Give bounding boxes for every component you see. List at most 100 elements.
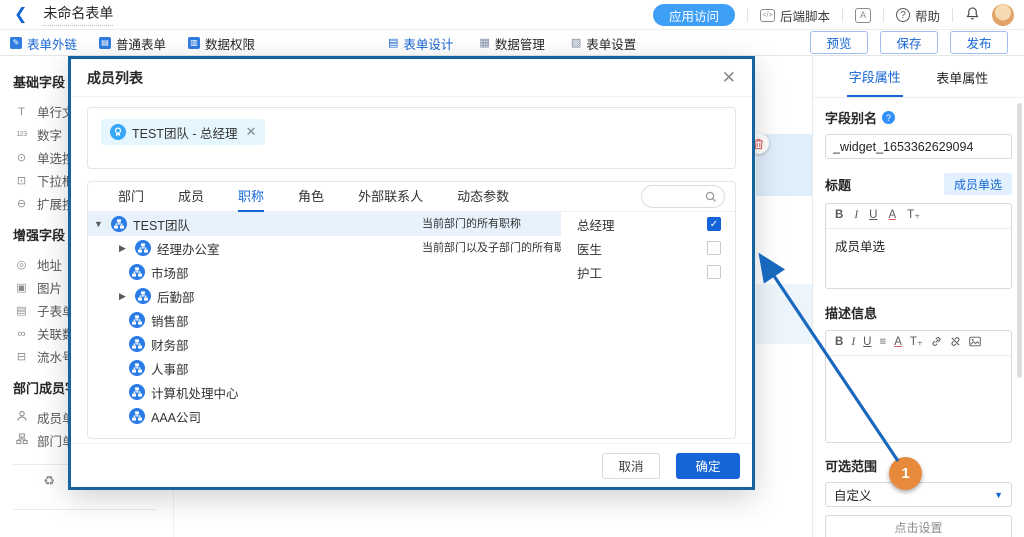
number-icon: 123 bbox=[13, 131, 30, 138]
italic-icon[interactable]: I bbox=[851, 337, 855, 349]
tab-job-title[interactable]: 职称 bbox=[238, 182, 264, 212]
department-icon bbox=[129, 264, 145, 280]
range-select[interactable]: 自定义 ▼ bbox=[825, 482, 1012, 507]
caret-down-icon[interactable]: ▼ bbox=[92, 219, 105, 229]
scope-option-current[interactable]: 当前部门的所有职称 bbox=[418, 212, 561, 236]
recycle-icon[interactable]: ♻ bbox=[43, 473, 55, 488]
tree-node[interactable]: ▶ 经理办公室 bbox=[88, 236, 418, 260]
search-input[interactable] bbox=[641, 185, 725, 208]
member-picker: 部门 成员 职称 角色 外部联系人 动态参数 ▼ TEST团队 ▶ 经理办公室 bbox=[87, 181, 736, 439]
checkbox[interactable] bbox=[707, 241, 721, 255]
tab-department[interactable]: 部门 bbox=[118, 182, 144, 212]
font-size-icon[interactable]: T₊ bbox=[907, 210, 920, 222]
tree-node[interactable]: 市场部 bbox=[88, 260, 418, 284]
underline-icon[interactable]: U bbox=[863, 337, 871, 349]
tab-data-permission[interactable]: ▥ 数据权限 bbox=[188, 34, 255, 53]
org-icon bbox=[13, 433, 30, 448]
description-editor-content[interactable] bbox=[826, 356, 1011, 442]
tab-field-properties[interactable]: 字段属性 bbox=[847, 56, 903, 97]
tab-form-external-link[interactable]: ✎ 表单外链 bbox=[10, 34, 77, 53]
description-editor: B I U ≡ A T₊ bbox=[825, 330, 1012, 443]
help-button[interactable]: ? 帮助 bbox=[896, 6, 940, 25]
tree-node[interactable]: ▶ 后勤部 bbox=[88, 284, 418, 308]
tree-node[interactable]: AAA公司 bbox=[88, 404, 418, 428]
department-icon bbox=[111, 216, 127, 232]
serial-icon: ⊟ bbox=[13, 350, 30, 363]
remove-tag-icon[interactable]: ✕ bbox=[246, 124, 257, 140]
bars-icon: ▥ bbox=[188, 37, 200, 49]
font-size-icon[interactable]: T₊ bbox=[910, 337, 923, 349]
click-to-set-button[interactable]: 点击设置 bbox=[825, 515, 1012, 537]
confirm-button[interactable]: 确定 bbox=[676, 453, 740, 479]
manual-icon[interactable]: A bbox=[855, 8, 871, 23]
widget-type-button[interactable]: 成员单选 bbox=[944, 173, 1012, 195]
department-icon bbox=[135, 240, 151, 256]
job-title-row[interactable]: 总经理 ✓ bbox=[561, 212, 735, 236]
caret-right-icon[interactable]: ▶ bbox=[116, 291, 129, 302]
member-list-modal: 成员列表 ✕ TEST团队 - 总经理 ✕ 部门 成员 职称 角色 外部联系人 … bbox=[68, 56, 755, 490]
tab-form-properties[interactable]: 表单属性 bbox=[934, 57, 990, 96]
department-icon bbox=[129, 312, 145, 328]
form-icon: ▤ bbox=[99, 37, 111, 49]
scope-column: 当前部门的所有职称 当前部门以及子部门的所有职称 bbox=[418, 212, 561, 439]
tab-normal-form[interactable]: ▤ 普通表单 bbox=[99, 34, 166, 53]
bold-icon[interactable]: B bbox=[835, 337, 843, 349]
department-icon bbox=[129, 384, 145, 400]
tree-node[interactable]: 销售部 bbox=[88, 308, 418, 332]
close-icon[interactable]: ✕ bbox=[722, 69, 736, 86]
description-label: 描述信息 bbox=[825, 303, 1012, 322]
extend-icon: ⊖ bbox=[13, 197, 30, 210]
title-editor-content[interactable]: 成员单选 bbox=[826, 229, 1011, 262]
bold-icon[interactable]: B bbox=[835, 210, 843, 222]
align-icon[interactable]: ≡ bbox=[879, 337, 886, 349]
tab-member[interactable]: 成员 bbox=[178, 182, 204, 212]
font-color-icon[interactable]: A bbox=[894, 337, 902, 349]
save-button[interactable]: 保存 bbox=[880, 31, 938, 54]
backend-script-button[interactable]: </> 后端脚本 bbox=[760, 6, 830, 25]
checkbox[interactable] bbox=[707, 265, 721, 279]
divider bbox=[842, 8, 843, 22]
text-icon: T bbox=[13, 106, 30, 118]
tree-node[interactable]: 计算机处理中心 bbox=[88, 380, 418, 404]
tab-data-management[interactable]: ▦ 数据管理 bbox=[479, 34, 544, 53]
italic-icon[interactable]: I bbox=[854, 210, 858, 222]
tab-form-design[interactable]: ▤ 表单设计 bbox=[388, 34, 453, 53]
image-icon: ▣ bbox=[13, 281, 30, 294]
subform-icon: ▤ bbox=[13, 304, 30, 317]
back-icon[interactable]: ❮ bbox=[14, 7, 27, 23]
underline-icon[interactable]: U bbox=[869, 210, 877, 222]
unlink-icon[interactable] bbox=[950, 336, 961, 351]
hovered-widget[interactable] bbox=[756, 284, 812, 344]
divider bbox=[952, 8, 953, 22]
panel-scrollbar[interactable] bbox=[1017, 103, 1022, 378]
caret-right-icon[interactable]: ▶ bbox=[116, 243, 129, 254]
bell-icon[interactable] bbox=[965, 6, 980, 24]
publish-button[interactable]: 发布 bbox=[950, 31, 1008, 54]
scope-option-current-and-sub[interactable]: 当前部门以及子部门的所有职称 bbox=[418, 236, 561, 260]
help-circle-icon[interactable]: ? bbox=[882, 111, 895, 124]
design-icon: ▤ bbox=[388, 38, 398, 49]
font-color-icon[interactable]: A bbox=[888, 210, 896, 222]
image-icon[interactable] bbox=[969, 336, 981, 351]
question-icon: ? bbox=[896, 8, 910, 22]
tree-node[interactable]: 人事部 bbox=[88, 356, 418, 380]
tab-form-settings[interactable]: ▧ 表单设置 bbox=[571, 34, 636, 53]
form-title[interactable]: 未命名表单 bbox=[43, 3, 113, 26]
job-title-row[interactable]: 医生 bbox=[561, 236, 735, 260]
radio-icon: ⊙ bbox=[13, 151, 30, 164]
app-access-button[interactable]: 应用访问 bbox=[653, 4, 735, 26]
preview-button[interactable]: 预览 bbox=[810, 31, 868, 54]
tab-dynamic-params[interactable]: 动态参数 bbox=[457, 182, 509, 212]
tab-external-contact[interactable]: 外部联系人 bbox=[358, 182, 423, 212]
tree-node-root[interactable]: ▼ TEST团队 bbox=[88, 212, 418, 236]
tab-role[interactable]: 角色 bbox=[298, 182, 324, 212]
link-icon[interactable] bbox=[931, 336, 942, 351]
tree-node[interactable]: 财务部 bbox=[88, 332, 418, 356]
cancel-button[interactable]: 取消 bbox=[602, 453, 660, 479]
checkbox-checked[interactable]: ✓ bbox=[707, 217, 721, 231]
title-label: 标题 bbox=[825, 175, 851, 194]
job-title-row[interactable]: 护工 bbox=[561, 260, 735, 284]
person-icon bbox=[13, 410, 30, 425]
field-alias-input[interactable] bbox=[825, 134, 1012, 159]
avatar[interactable] bbox=[992, 4, 1014, 26]
